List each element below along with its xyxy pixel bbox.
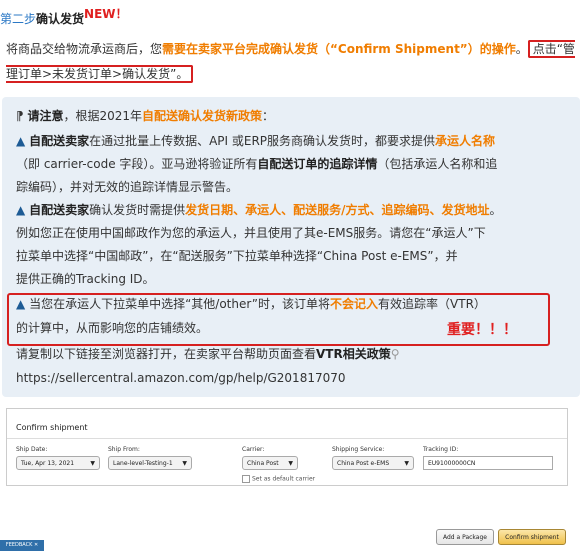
notice-line-6: 例如您正在使用中国邮政作为您的承运人，并且使用了其e-EMS服务。请您在“承运人… <box>16 226 486 240</box>
notice-orange: 承运人名称 <box>435 134 496 148</box>
paragraph-icon: ⁋ <box>16 109 24 123</box>
ship-date-select[interactable]: Tue, Apr 13, 2021 ▼ <box>16 456 100 470</box>
chevron-down-icon: ▼ <box>182 460 187 467</box>
notice-text: 请复制以下链接至浏览器打开，在卖家平台帮助页面查看 <box>16 347 317 361</box>
notice-orange: 自配送确认发货新政策 <box>142 109 263 123</box>
new-badge: NEW！ <box>84 7 128 21</box>
notice-bold: 自配送卖家 <box>29 203 90 217</box>
notice-text: （包括承运人名称和追 <box>377 157 498 171</box>
intro-text-end: 。 <box>515 42 528 56</box>
notice-line-4: 踪编码），并对无效的追踪详情显示警告。 <box>16 180 239 194</box>
shipping-service-select[interactable]: China Post e-EMS ▼ <box>332 456 414 470</box>
chevron-down-icon: ▼ <box>90 460 95 467</box>
confirm-shipment-panel: Confirm shipment Ship Date: Tue, Apr 13,… <box>6 408 568 486</box>
ship-from-select[interactable]: Lane-level-Testing-1 ▼ <box>108 456 192 470</box>
notice-line-3: （即 carrier-code 字段）。亚马逊将验证所有自配送订单的追踪详情（包… <box>16 155 497 172</box>
notice-line-1: ⁋ 请注意，根据2021年自配送确认发货新政策： <box>16 107 274 124</box>
panel-title: Confirm shipment <box>16 423 88 432</box>
tracking-id-label: Tracking ID: <box>423 446 459 453</box>
step-title: 确认发货 <box>36 12 85 26</box>
intro-paragraph: 将商品交给物流承运商后，您需要在卖家平台完成确认发货（“Confirm Ship… <box>6 37 580 87</box>
notice-text: 确认发货时需提供 <box>89 203 186 217</box>
notice-text: ，根据2021年 <box>63 109 143 123</box>
step-heading: 第二步确认发货NEW！ <box>0 7 128 28</box>
notice-text: （即 carrier-code 字段）。亚马逊将验证所有 <box>16 157 258 171</box>
intro-highlight: 需要在卖家平台完成确认发货（“Confirm Shipment”）的操作 <box>162 42 516 56</box>
shipping-service-value: China Post e-EMS <box>337 460 390 467</box>
shipping-service-label: Shipping Service: <box>332 446 385 453</box>
carrier-label: Carrier: <box>242 446 265 453</box>
ship-from-label: Ship From: <box>108 446 140 453</box>
notice-line-8: 提供正确的Tracking ID。 <box>16 272 155 286</box>
triangle-icon: ▲ <box>16 134 26 148</box>
checkbox-icon <box>242 475 250 483</box>
divider <box>7 438 567 439</box>
default-carrier-label: Set as default carrier <box>252 475 316 483</box>
important-label: 重要！！！ <box>447 322 517 338</box>
notice-orange: 发货日期、承运人、配送服务/方式、追踪编码、发货地址 <box>185 203 490 217</box>
notice-text: ： <box>262 109 275 123</box>
chevron-down-icon: ▼ <box>288 460 293 467</box>
carrier-value: China Post <box>247 460 279 467</box>
add-package-button[interactable]: Add a Package <box>436 529 494 545</box>
intro-text: 将商品交给物流承运商后，您 <box>6 42 163 56</box>
notice-line-7: 拉菜单中选择“中国邮政”，在“配送服务”下拉菜单种选择“China Post e… <box>16 249 458 263</box>
notice-bold: VTR相关政策 <box>316 347 391 361</box>
triangle-icon: ▲ <box>16 203 26 217</box>
tracking-id-input[interactable]: EU91000000CN <box>423 456 553 470</box>
notice-line-2: ▲ 自配送卖家在通过批量上传数据、API 或ERP服务商确认发货时，都要求提供承… <box>16 132 495 149</box>
notice-line-11: 请复制以下链接至浏览器打开，在卖家平台帮助页面查看VTR相关政策⚲ <box>16 345 400 362</box>
step-prefix: 第二步 <box>0 12 37 26</box>
notice-line-5: ▲ 自配送卖家确认发货时需提供发货日期、承运人、配送服务/方式、追踪编码、发货地… <box>16 201 502 218</box>
help-url[interactable]: https://sellercentral.amazon.com/gp/help… <box>16 371 346 385</box>
confirm-shipment-button[interactable]: Confirm shipment <box>498 529 566 545</box>
notice-box: ⁋ 请注意，根据2021年自配送确认发货新政策： ▲ 自配送卖家在通过批量上传数… <box>2 97 580 397</box>
notice-bold: 请注意 <box>27 109 64 123</box>
notice-text: 在通过批量上传数据、API 或ERP服务商确认发货时，都要求提供 <box>89 134 436 148</box>
ship-date-value: Tue, Apr 13, 2021 <box>21 460 75 467</box>
carrier-select[interactable]: China Post ▼ <box>242 456 298 470</box>
notice-text: 。 <box>489 203 502 217</box>
notice-bold: 自配送订单的追踪详情 <box>257 157 378 171</box>
default-carrier-checkbox[interactable]: Set as default carrier <box>242 475 315 483</box>
notice-bold: 自配送卖家 <box>29 134 90 148</box>
feedback-tab[interactable]: FEEDBACK ✕ <box>0 540 44 551</box>
ship-date-label: Ship Date: <box>16 446 48 453</box>
link-icon: ⚲ <box>390 347 400 361</box>
ship-from-value: Lane-level-Testing-1 <box>113 460 173 467</box>
chevron-down-icon: ▼ <box>404 460 409 467</box>
